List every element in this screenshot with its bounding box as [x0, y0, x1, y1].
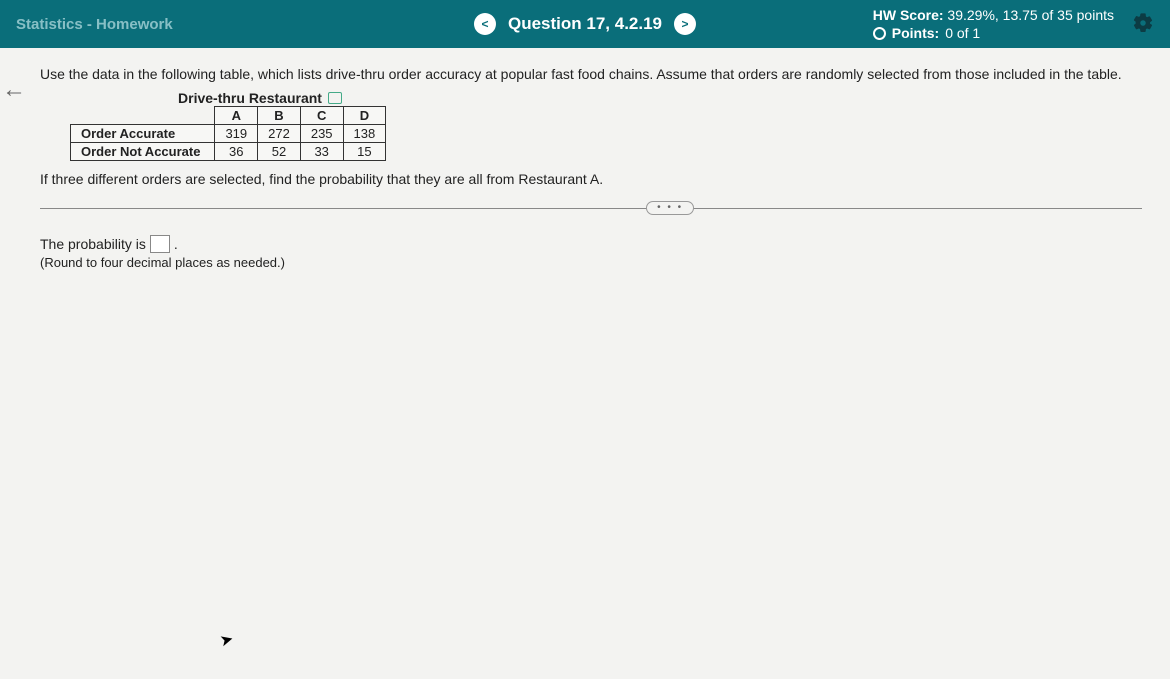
expand-button[interactable]: • • •: [646, 201, 694, 215]
score-block: HW Score: 39.29%, 13.75 of 35 points Poi…: [873, 6, 1114, 42]
table-cell: 33: [300, 143, 343, 161]
content-area: ← Use the data in the following table, w…: [0, 48, 1170, 679]
col-header: B: [258, 107, 301, 125]
divider-line: [40, 208, 1142, 209]
prev-question-button[interactable]: <: [474, 13, 496, 35]
col-header: C: [300, 107, 343, 125]
copy-table-icon[interactable]: [328, 92, 342, 104]
top-bar: Statistics - Homework < Question 17, 4.2…: [0, 0, 1170, 48]
back-arrow-button[interactable]: ←: [2, 76, 26, 104]
answer-hint: (Round to four decimal places as needed.…: [40, 255, 1142, 270]
points-label: Points:: [892, 24, 939, 42]
gear-icon: [1132, 12, 1154, 34]
mouse-cursor-icon: ➤: [218, 629, 236, 652]
problem-intro: Use the data in the following table, whi…: [40, 66, 1142, 82]
answer-block: The probability is . (Round to four deci…: [40, 235, 1142, 270]
row-label: Order Accurate: [71, 125, 215, 143]
answer-suffix: .: [174, 236, 178, 252]
answer-prefix: The probability is: [40, 236, 146, 252]
hw-score-label: HW Score:: [873, 7, 944, 23]
question-nav: < Question 17, 4.2.19 >: [474, 13, 696, 35]
row-label: Order Not Accurate: [71, 143, 215, 161]
question-label: Question 17, 4.2.19: [508, 14, 662, 34]
next-question-button[interactable]: >: [674, 13, 696, 35]
table-cell: 235: [300, 125, 343, 143]
table-cell: 15: [343, 143, 386, 161]
table-cell: 272: [258, 125, 301, 143]
table-caption: Drive-thru Restaurant: [178, 90, 322, 106]
points-value: 0 of 1: [945, 24, 980, 42]
table-caption-row: Drive-thru Restaurant: [70, 90, 450, 106]
col-header: A: [215, 107, 258, 125]
table-cell: 138: [343, 125, 386, 143]
data-table: A B C D Order Accurate 319 272 235 138 O…: [70, 106, 386, 161]
problem-prompt: If three different orders are selected, …: [40, 171, 1142, 187]
table-corner: [71, 107, 215, 125]
breadcrumb: Statistics - Homework: [16, 16, 173, 33]
col-header: D: [343, 107, 386, 125]
probability-input[interactable]: [150, 235, 170, 253]
table-cell: 52: [258, 143, 301, 161]
table-row: Order Not Accurate 36 52 33 15: [71, 143, 386, 161]
table-row: Order Accurate 319 272 235 138: [71, 125, 386, 143]
table-cell: 36: [215, 143, 258, 161]
hw-score-value: 39.29%, 13.75 of 35 points: [947, 7, 1114, 23]
points-status-icon: [873, 27, 886, 40]
settings-button[interactable]: [1132, 12, 1154, 37]
section-divider: • • •: [40, 201, 1142, 215]
table-cell: 319: [215, 125, 258, 143]
